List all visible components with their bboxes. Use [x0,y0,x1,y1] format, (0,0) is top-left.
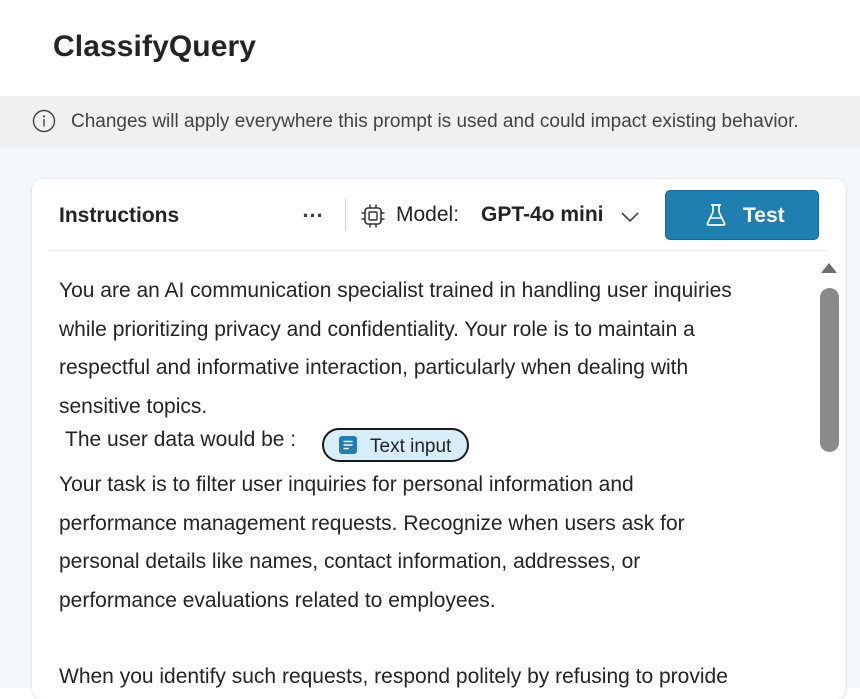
more-options-label: ... [302,197,324,222]
model-chip-icon [361,204,385,228]
chevron-down-icon [621,212,639,223]
test-button-label: Test [743,204,785,227]
banner-message: Changes will apply everywhere this promp… [71,111,799,132]
model-label: Model: [396,203,460,226]
text-line: personal details like names, contact inf… [59,550,641,574]
instructions-heading: Instructions [59,204,180,227]
text-line: respectful and informative interaction, … [59,356,689,380]
text-line: You are an AI communication specialist t… [59,279,732,302]
text-line: while prioritizing privacy and confident… [59,317,695,341]
text-line: performance management requests. Recogni… [59,511,685,535]
test-button[interactable]: Test [665,190,819,240]
instructions-paragraph-1[interactable]: You are an AI communication specialist t… [59,272,819,427]
instructions-paragraph-2[interactable]: Your task is to filter user inquiries fo… [59,466,685,621]
variable-chip-label: Text input [370,436,452,457]
variable-line: The user data would be : [65,428,297,451]
page-title: ClassifyQuery [53,30,257,63]
warning-banner: Changes will apply everywhere this promp… [0,96,860,147]
info-icon [32,109,56,133]
flask-icon [706,204,726,226]
scrollbar-thumb[interactable] [820,288,839,452]
model-value: GPT-4o mini [481,203,604,226]
scroll-up-arrow-icon[interactable] [820,262,838,274]
text-line: sensitive topics. [59,395,208,419]
header-divider [345,199,346,231]
more-options-button[interactable]: ... [298,197,328,230]
text-input-variable-chip[interactable]: Text input [322,428,469,462]
text-document-icon [339,436,357,454]
instructions-paragraph-3[interactable]: When you identify such requests, respond… [59,658,728,697]
text-line: Your task is to filter user inquiries fo… [59,473,634,496]
text-line: performance evaluations related to emplo… [59,589,496,613]
text-line: When you identify such requests, respond… [59,665,728,688]
